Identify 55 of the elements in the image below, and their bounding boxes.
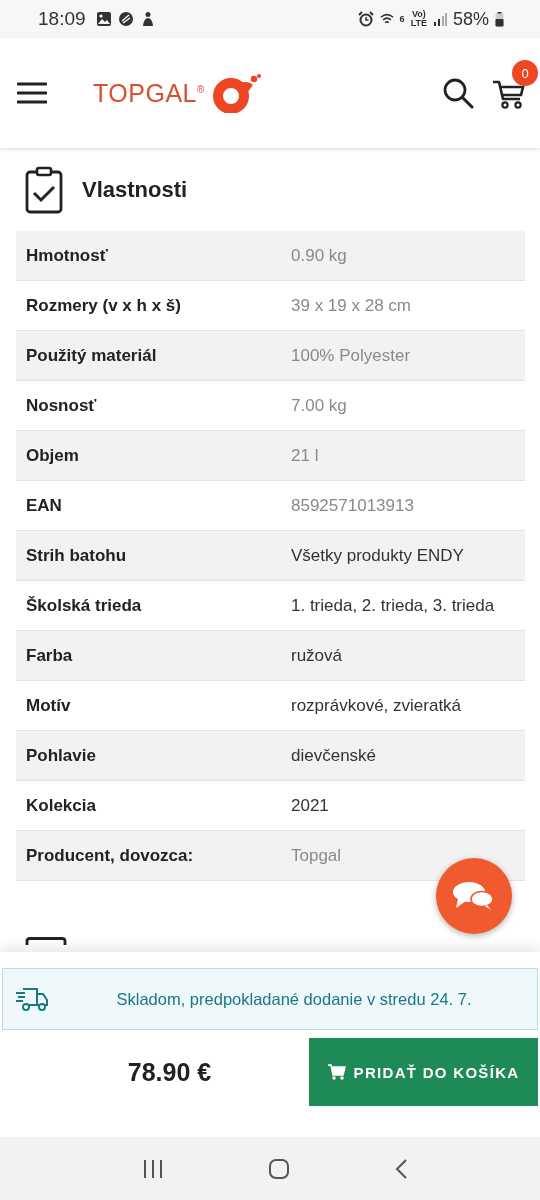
menu-icon[interactable] [17, 82, 47, 104]
property-value: 1. trieda, 2. trieda, 3. trieda [291, 595, 495, 616]
volte-label: Vo) [411, 10, 426, 19]
property-label: Motív [25, 695, 72, 716]
ring-logo-icon [212, 73, 261, 113]
property-label: Objem [25, 445, 80, 466]
chat-bubbles-icon [452, 880, 496, 912]
disc-icon [117, 11, 134, 27]
property-label: Strih batohu [25, 545, 128, 566]
property-label: Farba [25, 645, 74, 666]
brand-logo[interactable]: TOPGAL$^{®}$ [93, 78, 205, 108]
property-value: 39 x 19 x 28 cm [291, 295, 411, 316]
back-icon[interactable] [394, 1157, 408, 1180]
property-label: Nosnosť [25, 395, 98, 416]
property-value: 8592571013913 [291, 495, 414, 516]
cart-icon[interactable] [492, 78, 526, 110]
alarm-icon [357, 11, 374, 27]
availability-text: Skladom, predpokladané dodanie v stredu 24. 7. [115, 989, 473, 1009]
property-value: dievčenské [291, 745, 377, 766]
clipboard-check-icon [25, 165, 63, 214]
property-value: 21 l [291, 445, 319, 466]
price: 78.90 € [126, 1057, 213, 1087]
property-label: Použitý materiál [25, 345, 158, 366]
property-value: 7.00 kg [291, 395, 347, 416]
add-to-cart-button[interactable]: PRIDAŤ DO KOŠÍKA [309, 1038, 538, 1106]
home-icon[interactable] [268, 1157, 290, 1180]
cart-icon [327, 1064, 346, 1080]
property-value: Topgal [291, 845, 342, 866]
property-label: Hmotnosť [25, 245, 109, 266]
wifi-label: 6 [399, 14, 405, 24]
property-label: Producent, dovozca: [25, 845, 195, 866]
wifi-icon [379, 12, 394, 26]
delivery-truck-icon [15, 985, 49, 1013]
battery-icon [495, 11, 504, 27]
battery-percent: 58% [452, 8, 489, 30]
property-value: 0.90 kg [291, 245, 347, 266]
property-label: Školská trieda [25, 595, 143, 616]
recent-apps-icon[interactable] [142, 1158, 164, 1179]
signal-icon [432, 12, 447, 26]
clock-time: 18:09 [38, 8, 86, 30]
cart-count-badge: 0 [512, 60, 538, 86]
image-icon [95, 11, 112, 27]
property-value: Všetky produkty ENDY [291, 545, 464, 566]
property-value: rozprávkové, zvieratká [291, 695, 462, 716]
search-icon[interactable] [442, 77, 474, 109]
section-title: Vlastnosti [82, 176, 188, 203]
property-label: Rozmery (v x h x š) [25, 295, 182, 316]
property-label: EAN [25, 495, 63, 516]
property-label: Kolekcia [25, 795, 97, 816]
property-value: 2021 [291, 795, 329, 816]
chat-button[interactable] [436, 858, 512, 934]
property-value: 100% Polyester [291, 345, 411, 366]
lte-label: LTE [410, 19, 427, 28]
property-value: ružová [291, 645, 343, 666]
property-label: Pohlavie [25, 745, 97, 766]
